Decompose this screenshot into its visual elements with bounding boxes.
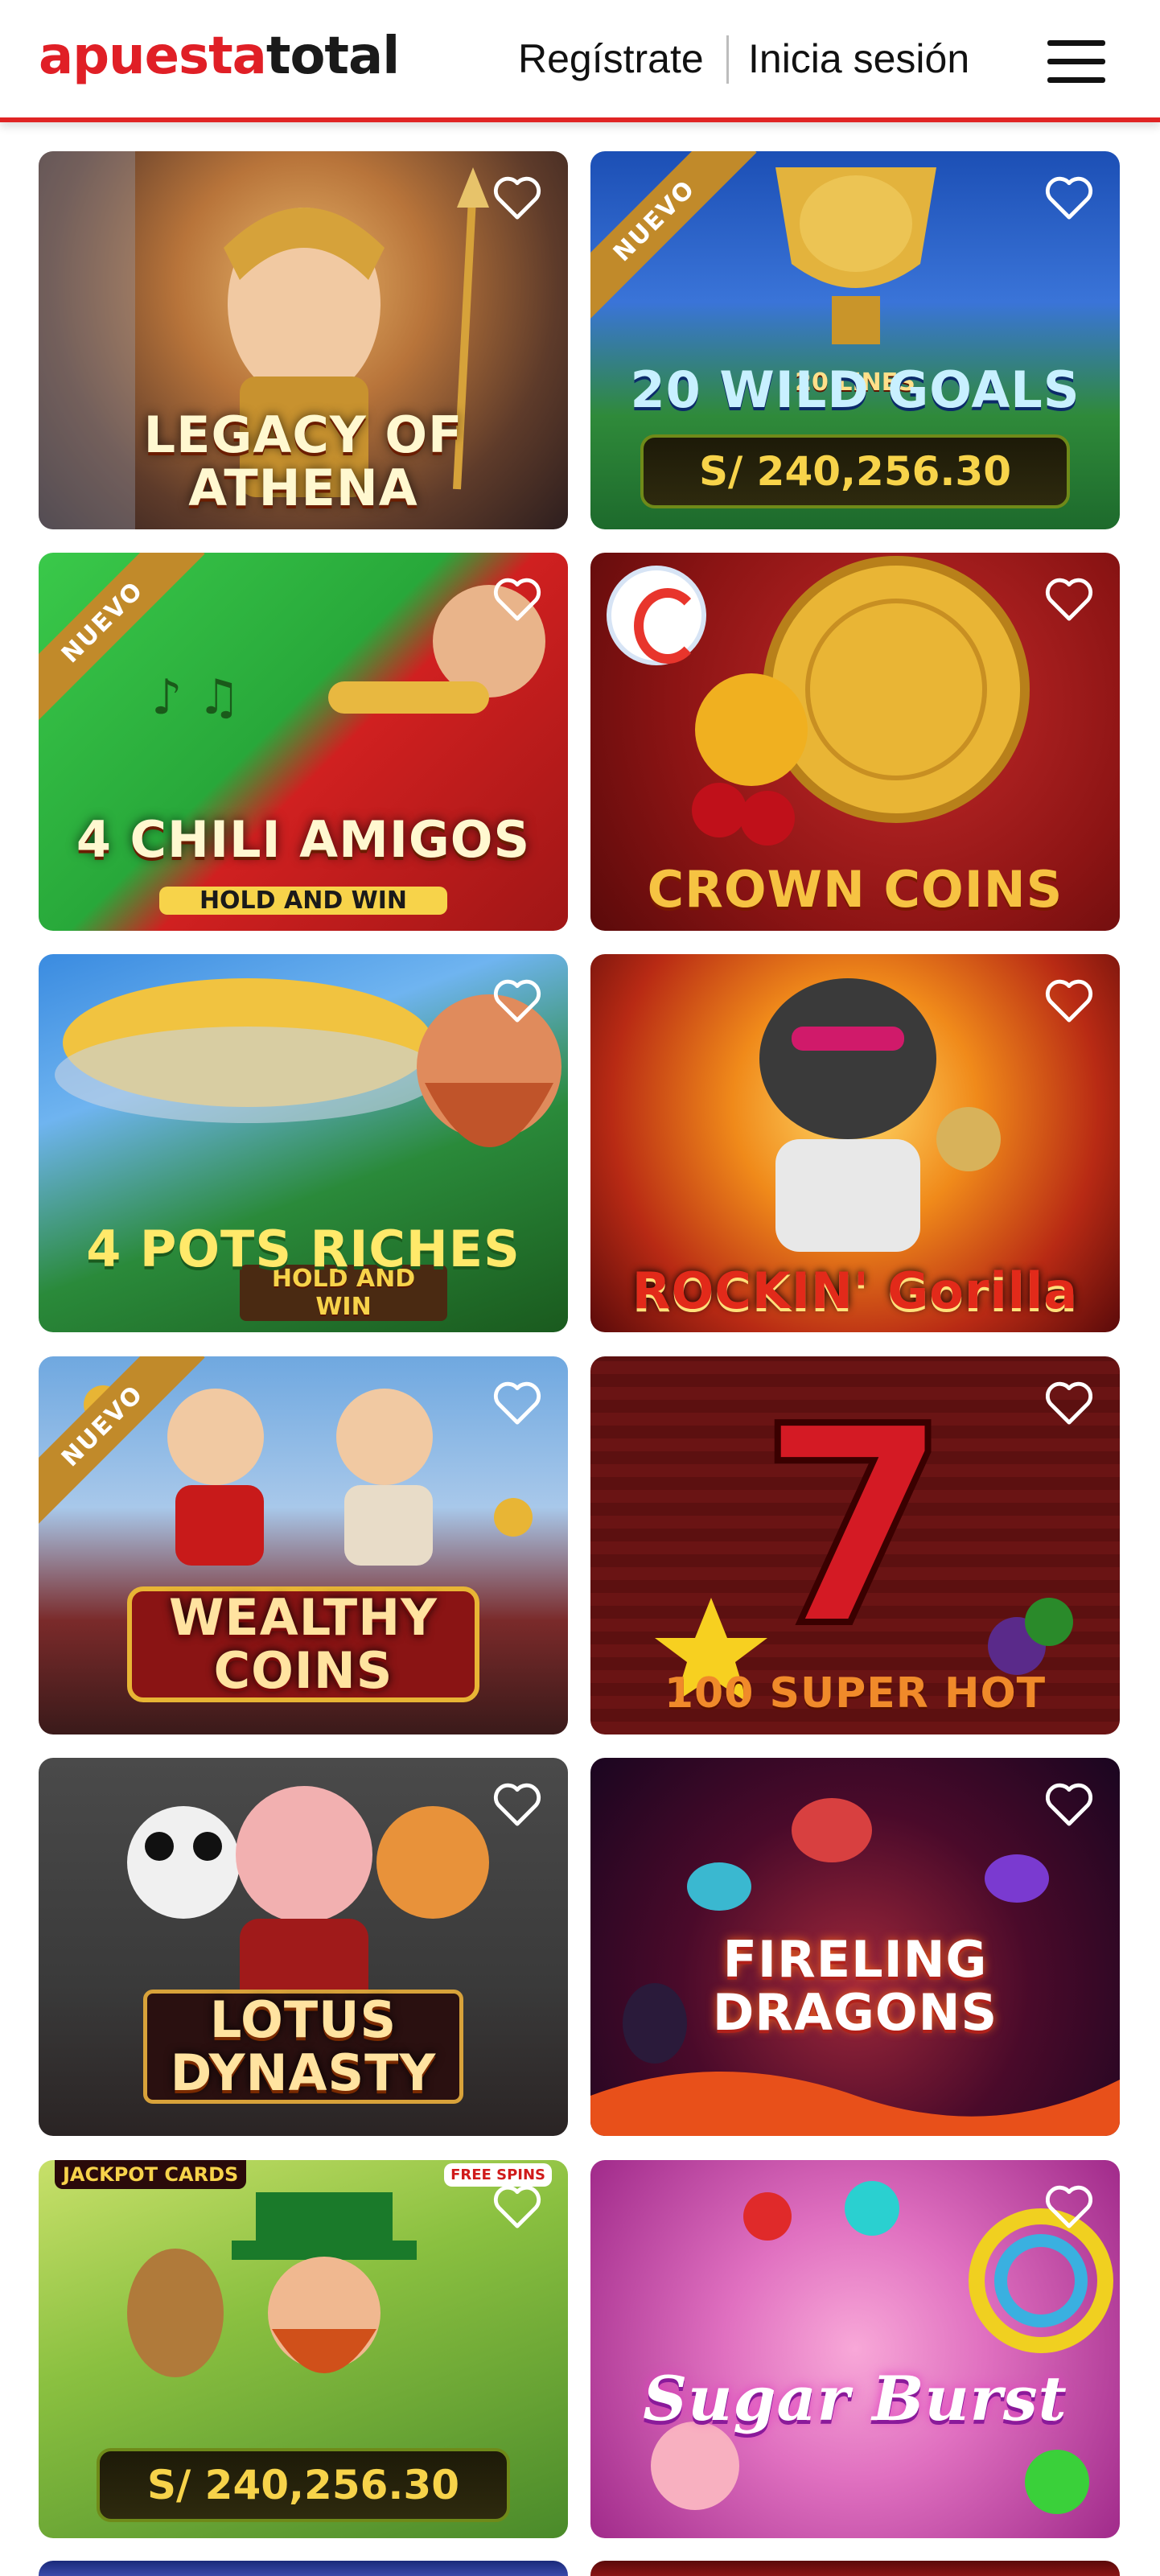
game-card-crown-coins[interactable]: CROWN COINS — [590, 553, 1120, 931]
game-title: FIRELING DRAGONS — [712, 1930, 998, 2042]
game-subtitle: HOLD AND WIN — [159, 887, 447, 915]
game-title: 4 POTS RICHES — [86, 1220, 520, 1278]
game-title: WEALTHY COINS — [127, 1586, 479, 1702]
register-link[interactable]: Regístrate — [518, 34, 704, 84]
hamburger-icon[interactable] — [1047, 37, 1107, 85]
game-card-20-wild-goals[interactable]: 20 LINES 20 WILD GOALS S/ 240,256.30 NUE… — [590, 151, 1120, 529]
game-card-100-super-hot[interactable]: 7 100 SUPER HOT — [590, 1356, 1120, 1734]
nav-divider — [726, 35, 729, 84]
game-card-sugar-burst[interactable]: Sugar Burst — [590, 2160, 1120, 2538]
game-card-fireling-dragons[interactable]: FIRELING DRAGONS — [590, 1758, 1120, 2136]
jackpot-amount: S/ 240,256.30 — [97, 2448, 510, 2522]
game-artwork — [590, 2160, 1120, 2538]
game-title: 20 WILD GOALS — [630, 360, 1080, 419]
favorite-heart-icon[interactable] — [492, 1782, 542, 1827]
game-title: LOTUS DYNASTY — [143, 1990, 463, 2104]
favorite-heart-icon[interactable] — [492, 2184, 542, 2229]
game-card-legacy-of-athena[interactable]: LEGACY OF ATHENA — [39, 151, 568, 529]
favorite-heart-icon[interactable] — [492, 577, 542, 622]
game-card-lotus-dynasty[interactable]: LOTUS DYNASTY — [39, 1758, 568, 2136]
favorite-heart-icon[interactable] — [1044, 2184, 1094, 2229]
game-card-4-chili-amigos[interactable]: ♪ ♫ HOLD AND WIN 4 CHILI AMIGOS NUEVO — [39, 553, 568, 931]
game-card-leprechaun-jackpot[interactable]: JACKPOT CARDS FREE SPINS S/ 240,256.30 — [39, 2160, 568, 2538]
game-title: LEGACY OF ATHENA — [143, 405, 463, 517]
nuevo-ribbon: NUEVO — [39, 553, 209, 728]
favorite-heart-icon[interactable] — [1044, 978, 1094, 1023]
favorite-heart-icon[interactable] — [1044, 175, 1094, 220]
provider-logo-icon — [607, 566, 706, 665]
game-grid: LEGACY OF ATHENA 20 LINES 20 WILD GOALS … — [0, 0, 1160, 2576]
brand-logo[interactable]: apuestatotal — [39, 27, 400, 85]
favorite-heart-icon[interactable] — [1044, 577, 1094, 622]
svg-text:7: 7 — [759, 1368, 950, 1687]
favorite-heart-icon[interactable] — [1044, 1782, 1094, 1827]
free-spins-badge: FREE SPINS — [444, 2163, 552, 2187]
site-header: apuestatotal Regístrate Inicia sesión — [0, 0, 1160, 122]
favorite-heart-icon[interactable] — [1044, 1381, 1094, 1426]
favorite-heart-icon[interactable] — [492, 175, 542, 220]
game-title: ROCKIN' Gorilla — [631, 1261, 1079, 1320]
game-title: 4 CHILI AMIGOS — [76, 810, 531, 869]
nuevo-ribbon: NUEVO — [590, 151, 761, 327]
favorite-heart-icon[interactable] — [492, 978, 542, 1023]
game-card-wealthy-coins[interactable]: WEALTHY COINS NUEVO — [39, 1356, 568, 1734]
game-title: CROWN COINS — [647, 860, 1063, 919]
login-link[interactable]: Inicia sesión — [748, 34, 969, 84]
jackpot-amount: S/ 240,256.30 — [640, 434, 1070, 508]
nuevo-ribbon: NUEVO — [39, 1356, 209, 1532]
game-title: Sugar Burst — [643, 2363, 1067, 2434]
game-card-4-pots-riches[interactable]: HOLD AND WIN 4 POTS RICHES — [39, 954, 568, 1332]
game-card-partial[interactable] — [39, 2561, 568, 2576]
favorite-heart-icon[interactable] — [492, 1381, 542, 1426]
jackpot-cards-badge: JACKPOT CARDS — [55, 2160, 247, 2189]
game-title: 100 SUPER HOT — [664, 1669, 1047, 1718]
game-card-partial[interactable] — [590, 2561, 1120, 2576]
game-card-rockin-gorilla[interactable]: ROCKIN' Gorilla — [590, 954, 1120, 1332]
